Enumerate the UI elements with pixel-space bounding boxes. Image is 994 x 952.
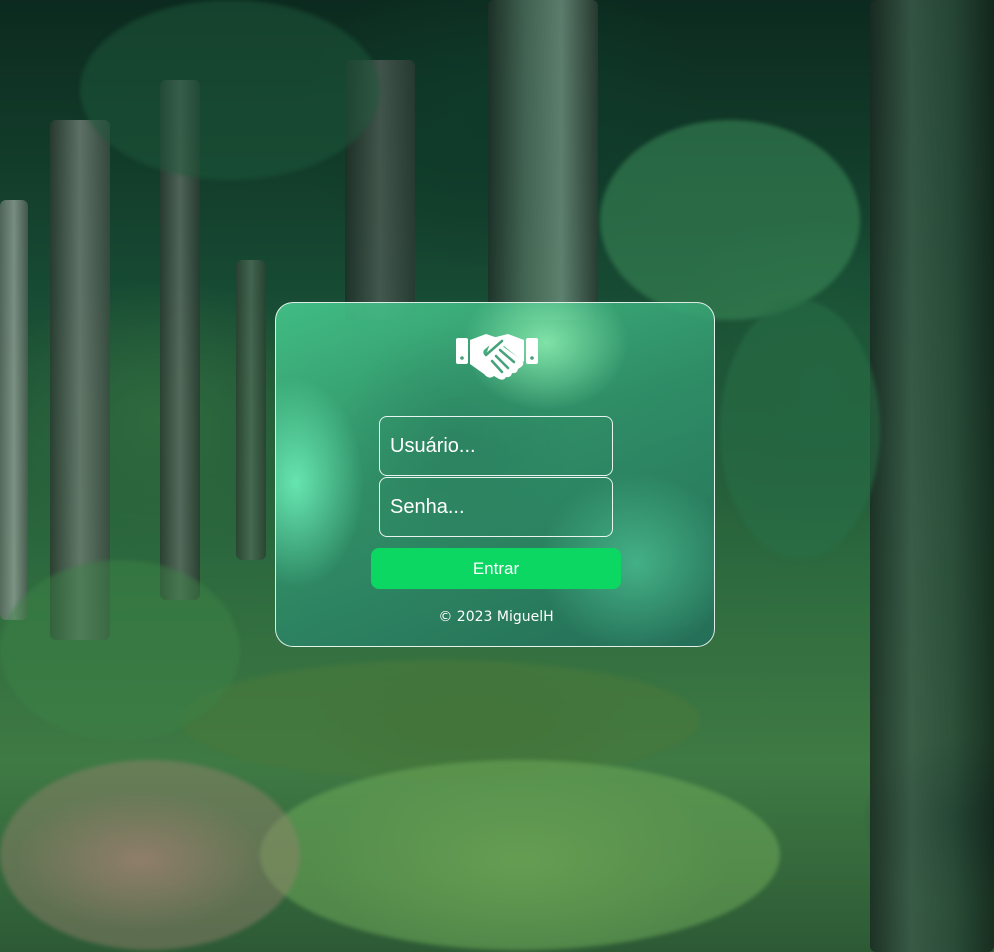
foliage (720, 300, 880, 560)
tree-trunk (0, 200, 28, 620)
password-input[interactable] (379, 477, 613, 537)
tree-trunk (236, 260, 266, 560)
copyright-footer: © 2023 MiguelH (438, 609, 554, 625)
login-card: Entrar © 2023 MiguelH (275, 302, 715, 647)
foliage (180, 660, 700, 780)
foliage (0, 760, 300, 950)
tree-trunk (488, 0, 598, 320)
handshake-icon (456, 334, 538, 380)
login-button[interactable]: Entrar (371, 548, 621, 589)
foliage (0, 560, 240, 740)
foliage (600, 120, 860, 320)
foliage (260, 760, 780, 950)
tree-trunk (870, 0, 994, 952)
username-input[interactable] (379, 416, 613, 476)
foliage (80, 0, 380, 180)
